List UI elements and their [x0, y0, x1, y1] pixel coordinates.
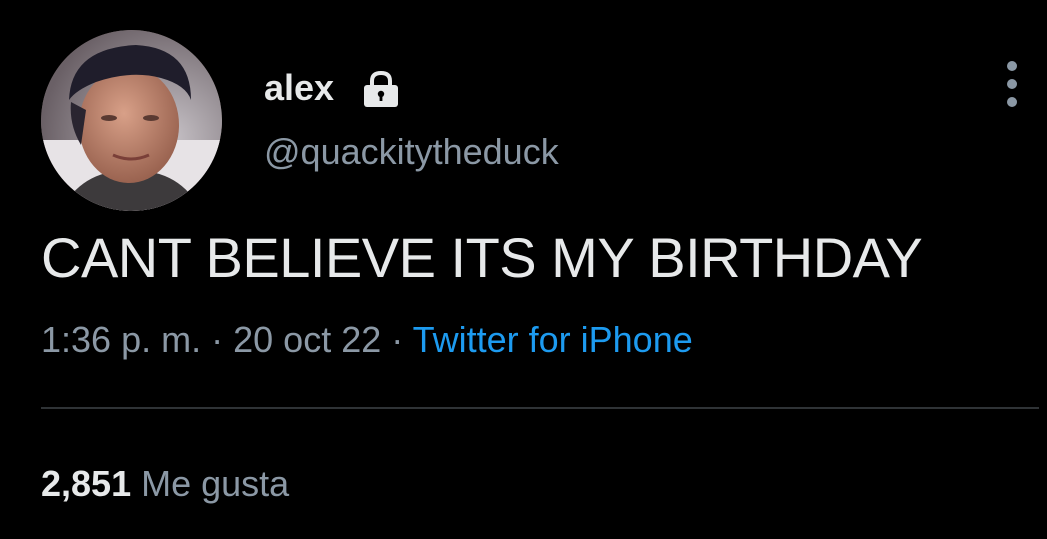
likes-stat[interactable]: 2,851 Me gusta — [41, 462, 289, 506]
meta-separator: · — [391, 319, 404, 360]
tweet-text: CANT BELIEVE ITS MY BIRTHDAY — [41, 226, 923, 289]
tweet-metadata: 1:36 p. m. · 20 oct 22 · Twitter for iPh… — [41, 318, 693, 362]
likes-label: Me gusta — [141, 463, 290, 504]
tweet-source-link[interactable]: Twitter for iPhone — [413, 319, 693, 360]
lock-icon — [361, 70, 401, 108]
display-name[interactable]: alex — [264, 66, 334, 110]
avatar[interactable] — [41, 30, 222, 211]
meta-separator: · — [211, 319, 224, 360]
more-vertical-icon — [1007, 61, 1017, 107]
likes-count: 2,851 — [41, 463, 132, 504]
divider — [41, 407, 1039, 409]
more-options-button[interactable] — [996, 58, 1028, 110]
tweet-date[interactable]: 20 oct 22 — [233, 319, 381, 360]
tweet-time[interactable]: 1:36 p. m. — [41, 319, 201, 360]
user-handle[interactable]: @quackitytheduck — [264, 130, 559, 174]
profile-photo — [41, 30, 222, 211]
